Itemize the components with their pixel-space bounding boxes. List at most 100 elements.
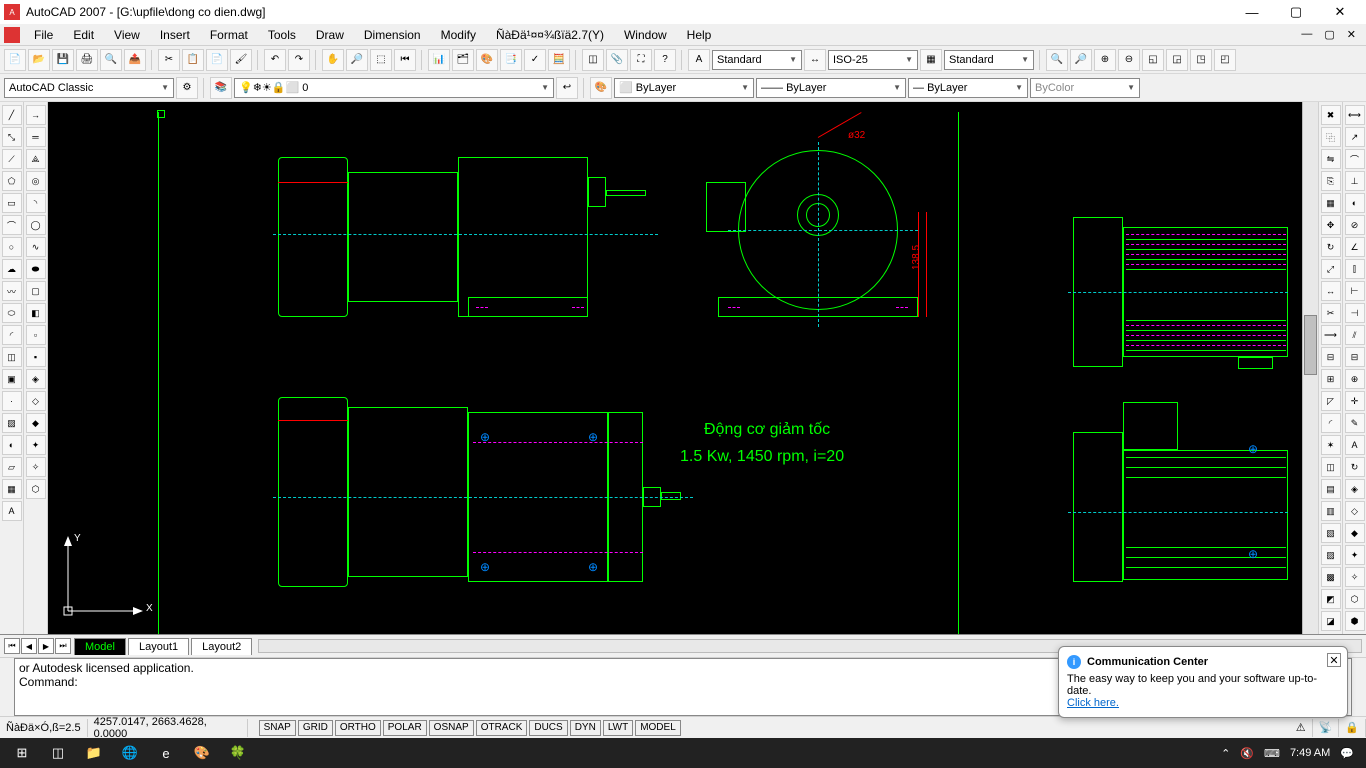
textstyle-icon[interactable]: A [688,49,710,71]
app1-icon[interactable]: 🎨 [184,739,220,767]
dimstyle-combo[interactable]: ISO-25▼ [828,50,918,70]
centermark-icon[interactable]: ✛ [1345,391,1365,411]
layer-mgr-icon[interactable]: 📚 [210,77,232,99]
menu-tools[interactable]: Tools [258,26,306,44]
explode-icon[interactable]: ✶ [1321,435,1341,455]
toggle-otrack[interactable]: OTRACK [476,720,528,736]
dim23-icon[interactable]: ⬡ [1345,589,1365,609]
scale-icon[interactable]: ⤢ [1321,259,1341,279]
dim19-icon[interactable]: ◇ [1345,501,1365,521]
menu-extra[interactable]: ÑàÐä¹¤¤¾ßïä2.7(Y) [486,26,614,44]
mline-icon[interactable]: ═ [26,127,46,147]
toolpalette-icon[interactable]: 🎨 [476,49,498,71]
plot-icon[interactable]: 🖨 [76,49,98,71]
ellipsearc-icon[interactable]: ◜ [2,325,22,345]
rotate-icon[interactable]: ↻ [1321,237,1341,257]
calc-icon[interactable]: 🧮 [548,49,570,71]
mod21-icon[interactable]: ▨ [1321,545,1341,565]
copy-icon[interactable]: 📋 [182,49,204,71]
toggle-lwt[interactable]: LWT [603,720,633,736]
table-icon[interactable]: ▦ [2,479,22,499]
dimcont-icon[interactable]: ⊣ [1345,303,1365,323]
preview-icon[interactable]: 🔍 [100,49,122,71]
tolerance-icon[interactable]: ⊕ [1345,369,1365,389]
dimrad-icon[interactable]: ◐ [1345,193,1365,213]
match-icon[interactable]: 🖌 [230,49,252,71]
join-icon[interactable]: ⊞ [1321,369,1341,389]
tab-prev[interactable]: ◀ [21,638,37,654]
insert-icon[interactable]: ◫ [2,347,22,367]
tab-last[interactable]: ⏭ [55,638,71,654]
color-combo[interactable]: ByColor▼ [1030,78,1140,98]
paste-icon[interactable]: 📄 [206,49,228,71]
mod22-icon[interactable]: ▩ [1321,567,1341,587]
cut-icon[interactable]: ✂ [158,49,180,71]
sheetset-icon[interactable]: 📑 [500,49,522,71]
mdi-restore[interactable]: ▢ [1318,28,1340,41]
menu-window[interactable]: Window [614,26,677,44]
offset-icon[interactable]: ⎘ [1321,171,1341,191]
help-icon[interactable]: ? [654,49,676,71]
zoom-rt-icon[interactable]: 🔎 [346,49,368,71]
zoom7-icon[interactable]: ◳ [1190,49,1212,71]
markup-icon[interactable]: ✓ [524,49,546,71]
pline-icon[interactable]: ⟋ [2,149,22,169]
toggle-polar[interactable]: POLAR [383,720,427,736]
close-button[interactable]: ✕ [1318,0,1362,24]
xline-icon[interactable]: ⤡ [2,127,22,147]
app2-icon[interactable]: 🍀 [220,739,256,767]
redo-icon[interactable]: ↷ [288,49,310,71]
dim21-icon[interactable]: ✦ [1345,545,1365,565]
mod20-icon[interactable]: ▧ [1321,523,1341,543]
taskview-icon[interactable]: ◫ [40,739,76,767]
tray-clock[interactable]: 7:49 AM [1290,747,1330,759]
zoom5-icon[interactable]: ◱ [1142,49,1164,71]
balloon-link[interactable]: Click here. [1067,697,1119,709]
toggle-ducs[interactable]: DUCS [529,720,567,736]
toggle-grid[interactable]: GRID [298,720,333,736]
zoom2-icon[interactable]: 🔎 [1070,49,1092,71]
zoom6-icon[interactable]: ◲ [1166,49,1188,71]
layer-prev-icon[interactable]: ↩ [556,77,578,99]
gradient-icon[interactable]: ◐ [2,435,22,455]
dim18-icon[interactable]: ◈ [1345,479,1365,499]
explorer-icon[interactable]: 📁 [76,739,112,767]
zoom-win-icon[interactable]: ⬚ [370,49,392,71]
array-icon[interactable]: ▦ [1321,193,1341,213]
rect-icon[interactable]: ▭ [2,193,22,213]
fillet-icon[interactable]: ◜ [1321,413,1341,433]
balloon-close[interactable]: ✕ [1327,653,1341,667]
hatch-icon[interactable]: ▨ [2,413,22,433]
erase-icon[interactable]: ✖ [1321,105,1341,125]
workspace-combo[interactable]: AutoCAD Classic▼ [4,78,174,98]
dim20-icon[interactable]: ◆ [1345,523,1365,543]
mod19-icon[interactable]: ▥ [1321,501,1341,521]
move-icon[interactable]: ✥ [1321,215,1341,235]
qdim-icon[interactable]: ⫿ [1345,259,1365,279]
tool13-icon[interactable]: ◈ [26,369,46,389]
point-icon[interactable]: · [2,391,22,411]
line-icon[interactable]: ╱ [2,105,22,125]
ellipse2-icon[interactable]: ⬬ [26,259,46,279]
makeblock-icon[interactable]: ▣ [2,369,22,389]
designcenter-icon[interactable]: 🗂 [452,49,474,71]
dimlinear-icon[interactable]: ⟷ [1345,105,1365,125]
color-icon[interactable]: 🎨 [590,77,612,99]
tablestyle-combo[interactable]: Standard▼ [944,50,1034,70]
stretch-icon[interactable]: ↔ [1321,281,1341,301]
menu-modify[interactable]: Modify [431,26,486,44]
menu-view[interactable]: View [104,26,150,44]
mod17-icon[interactable]: ◫ [1321,457,1341,477]
tray-lang-icon[interactable]: ⌨ [1264,747,1280,760]
donut-icon[interactable]: ◎ [26,171,46,191]
layer-combo[interactable]: 💡❄☀🔒⬜ 0▼ [234,78,554,98]
dimarc-icon[interactable]: ⌒ [1345,149,1365,169]
dimstyle-icon[interactable]: ↔ [804,49,826,71]
copy-obj-icon[interactable]: ⿻ [1321,127,1341,147]
ref-icon[interactable]: 📎 [606,49,628,71]
tab-model[interactable]: Model [74,638,126,655]
tab-first[interactable]: ⏮ [4,638,20,654]
tray-up-icon[interactable]: ⌃ [1221,747,1230,760]
mirror-icon[interactable]: ⇋ [1321,149,1341,169]
mtext-icon[interactable]: A [2,501,22,521]
